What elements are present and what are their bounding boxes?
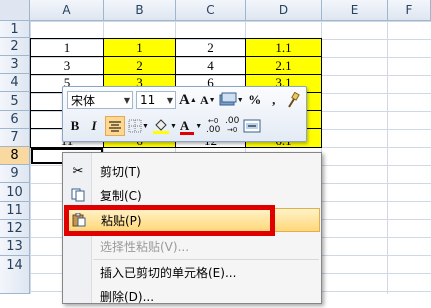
row-header-1[interactable]: 1 [0,21,30,38]
align-center-icon [109,121,121,132]
menu-item-cut-label: 剪切(T) [100,164,141,179]
bold-button[interactable]: B [67,116,83,136]
chevron-down-icon: ▼ [123,96,130,105]
font-size-combo[interactable]: 11 ▼ [136,91,176,109]
menu-item-cut[interactable]: ✂ 剪切(T) [64,159,320,183]
menu-item-paste-special[interactable]: 选择性粘贴(V)... [64,234,320,258]
font-color-swatch [179,132,194,135]
row-header-10[interactable]: 10 [0,183,30,202]
menu-item-copy[interactable]: 复制(C) [64,183,320,207]
paint-bucket-icon [152,119,169,134]
menu-item-paste-special-label: 选择性粘贴(V)... [100,239,190,254]
accounting-format-icon [219,92,237,106]
format-painter-icon [287,92,300,108]
cell-c3[interactable]: 4 [175,56,246,75]
chevron-down-icon: ▼ [166,96,173,105]
fill-color-button[interactable]: ▼ [152,116,177,136]
mini-toolbar: 宋体 ▼ 11 ▼ A ▲ A ▼ ▼ % , B I ▼ ▼ A ▼ ←0 .… [62,86,307,142]
row-header-5[interactable]: 5 [0,92,30,111]
row-header-11[interactable]: 11 [0,202,30,220]
cell-d2[interactable]: 1.1 [245,38,322,57]
menu-item-insert-cut-cells[interactable]: 插入已剪切的单元格(E)... [64,260,320,284]
row-header-7[interactable]: 7 [0,129,30,147]
font-color-button[interactable]: A ▼ [179,116,202,136]
font-size-value: 11 [140,93,156,107]
increase-decimal-button[interactable]: ←0.00 [205,116,221,136]
merge-cells-icon [243,119,261,133]
grow-font-button[interactable]: A ▲ [179,90,197,110]
cell-a3[interactable]: 3 [30,56,104,75]
row-header-13[interactable]: 13 [0,238,30,256]
row-header-6[interactable]: 6 [0,111,30,129]
menu-item-delete[interactable]: 删除(D)... [64,284,320,308]
menu-item-insert-cut-cells-label: 插入已剪切的单元格(E)... [100,265,237,280]
column-header-d[interactable]: D [246,0,322,21]
column-header-b[interactable]: B [104,0,176,21]
format-painter-button[interactable] [285,90,301,110]
row-header-8[interactable]: 8 [0,147,30,165]
highlight-annotation-box [64,205,275,236]
row-header-2[interactable]: 2 [0,38,30,56]
mini-toolbar-row-1: 宋体 ▼ 11 ▼ A ▲ A ▼ ▼ % , [67,89,301,111]
font-name-combo[interactable]: 宋体 ▼ [67,91,133,109]
scissors-icon: ✂ [72,163,84,179]
cell-b2[interactable]: 1 [103,38,176,57]
row-header-12[interactable]: 12 [0,220,30,238]
cell-b3[interactable]: 2 [103,56,176,75]
center-align-button[interactable] [105,116,125,136]
select-all-corner[interactable] [0,0,30,21]
shrink-font-button[interactable]: A ▼ [200,90,216,110]
column-header-c[interactable]: C [176,0,246,21]
italic-button[interactable]: I [86,116,102,136]
row-header-3[interactable]: 3 [0,56,30,74]
menu-item-delete-label: 删除(D)... [100,289,155,304]
row-header-4[interactable]: 4 [0,74,30,92]
cell-c2[interactable]: 2 [175,38,246,57]
column-header-f[interactable]: F [388,0,431,21]
comma-style-button[interactable]: , [266,90,282,110]
column-header-e[interactable]: E [322,0,388,21]
row-header-14[interactable]: 14 [0,256,30,294]
decrease-decimal-button[interactable]: .00 →0 [224,116,240,136]
merge-center-button[interactable] [243,116,261,136]
borders-button[interactable]: ▼ [128,116,149,136]
mini-toolbar-row-2: B I ▼ ▼ A ▼ ←0.00 .00 →0 [67,115,261,137]
font-name-value: 宋体 [71,93,96,108]
accounting-format-button[interactable]: ▼ [219,90,244,110]
column-header-a[interactable]: A [30,0,104,21]
menu-item-copy-label: 复制(C) [100,188,142,203]
cell-a2[interactable]: 1 [30,38,104,57]
row-header-9[interactable]: 9 [0,165,30,183]
copy-icon [70,187,86,203]
percent-style-button[interactable]: % [247,90,263,110]
cell-d3[interactable]: 2.1 [245,56,322,75]
borders-icon [128,119,142,133]
